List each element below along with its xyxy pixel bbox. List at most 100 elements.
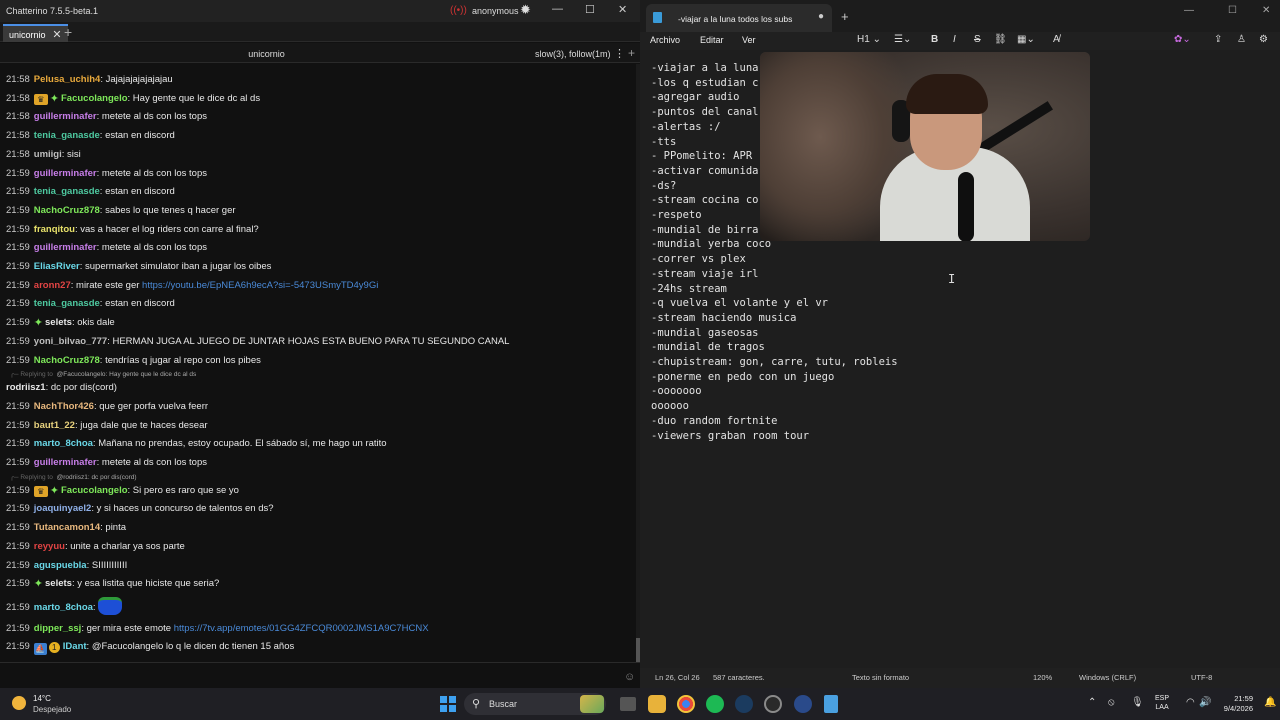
text-line[interactable]: -mundial de birra bbox=[651, 224, 758, 236]
chat-message[interactable]: 21:59 guillerminafer: metete al ds con lo… bbox=[6, 242, 207, 254]
menu-ver[interactable]: Ver bbox=[742, 35, 756, 45]
text-line[interactable]: -ooooooo bbox=[651, 385, 702, 397]
text-line[interactable]: oooooo bbox=[651, 400, 689, 412]
encoding[interactable]: UTF-8 bbox=[1191, 673, 1212, 682]
weather-temp[interactable]: 14°C bbox=[33, 694, 51, 703]
chat-message[interactable]: 21:58 umiigi: sisi bbox=[6, 149, 81, 161]
italic-icon[interactable]: I bbox=[953, 34, 956, 45]
table-icon[interactable]: ▦⌄ bbox=[1017, 34, 1035, 45]
emoji-icon[interactable]: ☺ bbox=[624, 671, 635, 683]
chat-message[interactable]: 21:59 dipper_ssj: ger mira este emote htt… bbox=[6, 623, 429, 635]
clear-format-icon[interactable]: A̸ bbox=[1053, 34, 1060, 45]
settings-gear-icon[interactable]: ✹ bbox=[520, 2, 531, 18]
text-line[interactable]: -ds? bbox=[651, 180, 676, 192]
zoom-level[interactable]: 120% bbox=[1033, 673, 1052, 682]
text-line[interactable]: -tts bbox=[651, 136, 676, 148]
text-line[interactable]: -viajar a la luna bbox=[651, 62, 758, 74]
bold-icon[interactable]: B bbox=[931, 34, 938, 45]
maximize-icon[interactable]: ☐ bbox=[1228, 5, 1237, 16]
text-line[interactable]: - PPomelito: APR bbox=[651, 150, 752, 162]
text-line[interactable]: -duo random fortnite bbox=[651, 415, 777, 427]
chat-message[interactable]: 21:59 marto_8choa: Mañana no prendas, est… bbox=[6, 438, 387, 450]
text-line[interactable]: -activar comunida bbox=[651, 165, 758, 177]
language-indicator[interactable]: ESP LAA bbox=[1155, 694, 1169, 712]
chat-message[interactable]: 21:59 aronn27: mirate este ger https://yo… bbox=[6, 280, 378, 292]
message-list[interactable]: 21:58 Pelusa_uchih4: Jajajajajajajajau 21:… bbox=[0, 54, 636, 662]
notification-bell-icon[interactable]: 🔔 bbox=[1264, 697, 1276, 708]
message-username[interactable]: NachThor426 bbox=[34, 401, 94, 412]
message-username[interactable]: franqitou bbox=[34, 224, 75, 235]
text-line[interactable]: -q vuelva el volante y el vr bbox=[651, 297, 828, 309]
close-icon[interactable]: ✕ bbox=[618, 3, 627, 16]
bits-badge-icon[interactable]: 1 bbox=[48, 642, 60, 654]
menu-editar[interactable]: Editar bbox=[700, 35, 724, 45]
chat-message[interactable]: 21:59 Tutancamon14: pinta bbox=[6, 522, 126, 534]
account-icon[interactable]: ♙ bbox=[1237, 34, 1246, 45]
sparkle-badge-icon[interactable]: ✦ bbox=[50, 485, 59, 497]
message-username[interactable]: umiigi bbox=[34, 149, 62, 160]
close-icon[interactable]: ✕ bbox=[1262, 5, 1270, 16]
text-line[interactable]: -puntos del canal bbox=[651, 106, 758, 118]
sparkle-badge-icon[interactable]: ✦ bbox=[34, 317, 43, 329]
message-username[interactable]: reyyuu bbox=[34, 541, 65, 552]
minimize-icon[interactable]: — bbox=[1184, 5, 1194, 16]
new-tab-icon[interactable]: + bbox=[841, 9, 849, 24]
message-username[interactable]: dipper_ssj bbox=[34, 623, 82, 634]
message-username[interactable]: Pelusa_uchih4 bbox=[34, 74, 101, 85]
heading-select[interactable]: H1 ⌄ bbox=[857, 34, 881, 45]
text-line[interactable]: -stream cocina co bbox=[651, 194, 758, 206]
message-username[interactable]: Tutancamon14 bbox=[34, 522, 100, 533]
message-username[interactable]: IDant bbox=[63, 641, 87, 652]
chat-message[interactable]: 21:58 guillerminafer: metete al ds con lo… bbox=[6, 111, 207, 123]
text-line[interactable]: -ponerme en pedo con un juego bbox=[651, 371, 834, 383]
microphone-icon[interactable]: 🎙 bbox=[1131, 697, 1144, 708]
list-icon[interactable]: ☰⌄ bbox=[894, 34, 911, 45]
message-username[interactable]: aronn27 bbox=[34, 280, 71, 291]
message-username[interactable]: Facucolangelo bbox=[61, 485, 128, 496]
message-username[interactable]: marto_8choa bbox=[34, 602, 93, 613]
line-ending[interactable]: Windows (CRLF) bbox=[1079, 673, 1136, 682]
chat-message[interactable]: 21:59 EliasRiver: supermarket simulator i… bbox=[6, 261, 271, 273]
chrome-icon[interactable] bbox=[677, 695, 695, 713]
message-username[interactable]: guillerminafer bbox=[34, 168, 97, 179]
chat-message[interactable]: 21:59 NachoCruz878: tendrías q jugar al r… bbox=[6, 355, 261, 367]
obs-icon[interactable] bbox=[764, 695, 782, 713]
prime-badge-icon[interactable]: ⛵ bbox=[33, 643, 47, 656]
chat-message[interactable]: 21:58 Pelusa_uchih4: Jajajajajajajajau bbox=[6, 74, 173, 86]
message-username[interactable]: tenia_ganasde bbox=[34, 130, 100, 141]
chat-message[interactable]: 21:59 tenia_ganasde: estan en discord bbox=[6, 186, 175, 198]
message-username[interactable]: selets bbox=[45, 578, 72, 589]
chat-message[interactable]: 21:59 guillerminafer: metete al ds con lo… bbox=[6, 457, 207, 469]
weather-moon-icon[interactable] bbox=[12, 696, 26, 710]
message-username[interactable]: NachoCruz878 bbox=[34, 205, 100, 216]
message-username[interactable]: tenia_ganasde bbox=[34, 186, 100, 197]
message-username[interactable]: baut1_22 bbox=[34, 420, 75, 431]
message-username[interactable]: joaquinyael2 bbox=[34, 503, 92, 514]
chat-message[interactable]: 21:59 marto_8choa: bbox=[6, 596, 123, 615]
message-username[interactable]: NachoCruz878 bbox=[34, 355, 100, 366]
chat-message[interactable]: 21:59 reyyuu: unite a charlar ya sos part… bbox=[6, 541, 185, 553]
chat-message[interactable]: 21:59 aguspuebla: SIIIIIIIIIII bbox=[6, 560, 127, 572]
text-line[interactable]: -correr vs plex bbox=[651, 253, 746, 265]
text-line[interactable]: -mundial de tragos bbox=[651, 341, 765, 353]
chat-message[interactable]: 21:59 yoni_bilvao_777: HERMAN JUGA AL JUE… bbox=[6, 336, 509, 348]
chat-message[interactable]: 21:59 baut1_22: juga dale que te haces de… bbox=[6, 420, 208, 432]
text-line[interactable]: -stream viaje irl bbox=[651, 268, 758, 280]
message-link[interactable]: https://youtu.be/EpNEA6h9ecA?si=-5473USm… bbox=[142, 280, 378, 291]
wifi-icon[interactable]: ◠ bbox=[1186, 697, 1195, 708]
spotify-icon[interactable] bbox=[706, 695, 724, 713]
chat-message[interactable]: rodriisz1: dc por dis(cord) bbox=[6, 382, 117, 394]
message-link[interactable]: https://7tv.app/emotes/01GG4ZFCQR0002JMS… bbox=[174, 623, 429, 634]
crown-badge-icon[interactable]: ♛ bbox=[33, 93, 48, 105]
unsaved-dot-icon[interactable]: ● bbox=[818, 11, 824, 22]
share-icon[interactable]: ⇪ bbox=[1214, 34, 1222, 45]
text-line[interactable]: -agregar audio bbox=[651, 91, 740, 103]
notepad-icon[interactable] bbox=[824, 695, 838, 713]
message-username[interactable]: Facucolangelo bbox=[61, 93, 128, 104]
tab-unicornio[interactable]: unicornio ✕ bbox=[3, 24, 68, 42]
chat-message[interactable]: 21:59 ✦ selets: okis dale bbox=[6, 317, 115, 329]
chat-message[interactable]: 21:59 NachThor426: que ger porfa vuelva f… bbox=[6, 401, 208, 413]
crown-badge-icon[interactable]: ♛ bbox=[33, 485, 48, 497]
message-username[interactable]: selets bbox=[45, 317, 72, 328]
notepad-tab[interactable]: -viajar a la luna todos los subs ● bbox=[646, 4, 832, 32]
